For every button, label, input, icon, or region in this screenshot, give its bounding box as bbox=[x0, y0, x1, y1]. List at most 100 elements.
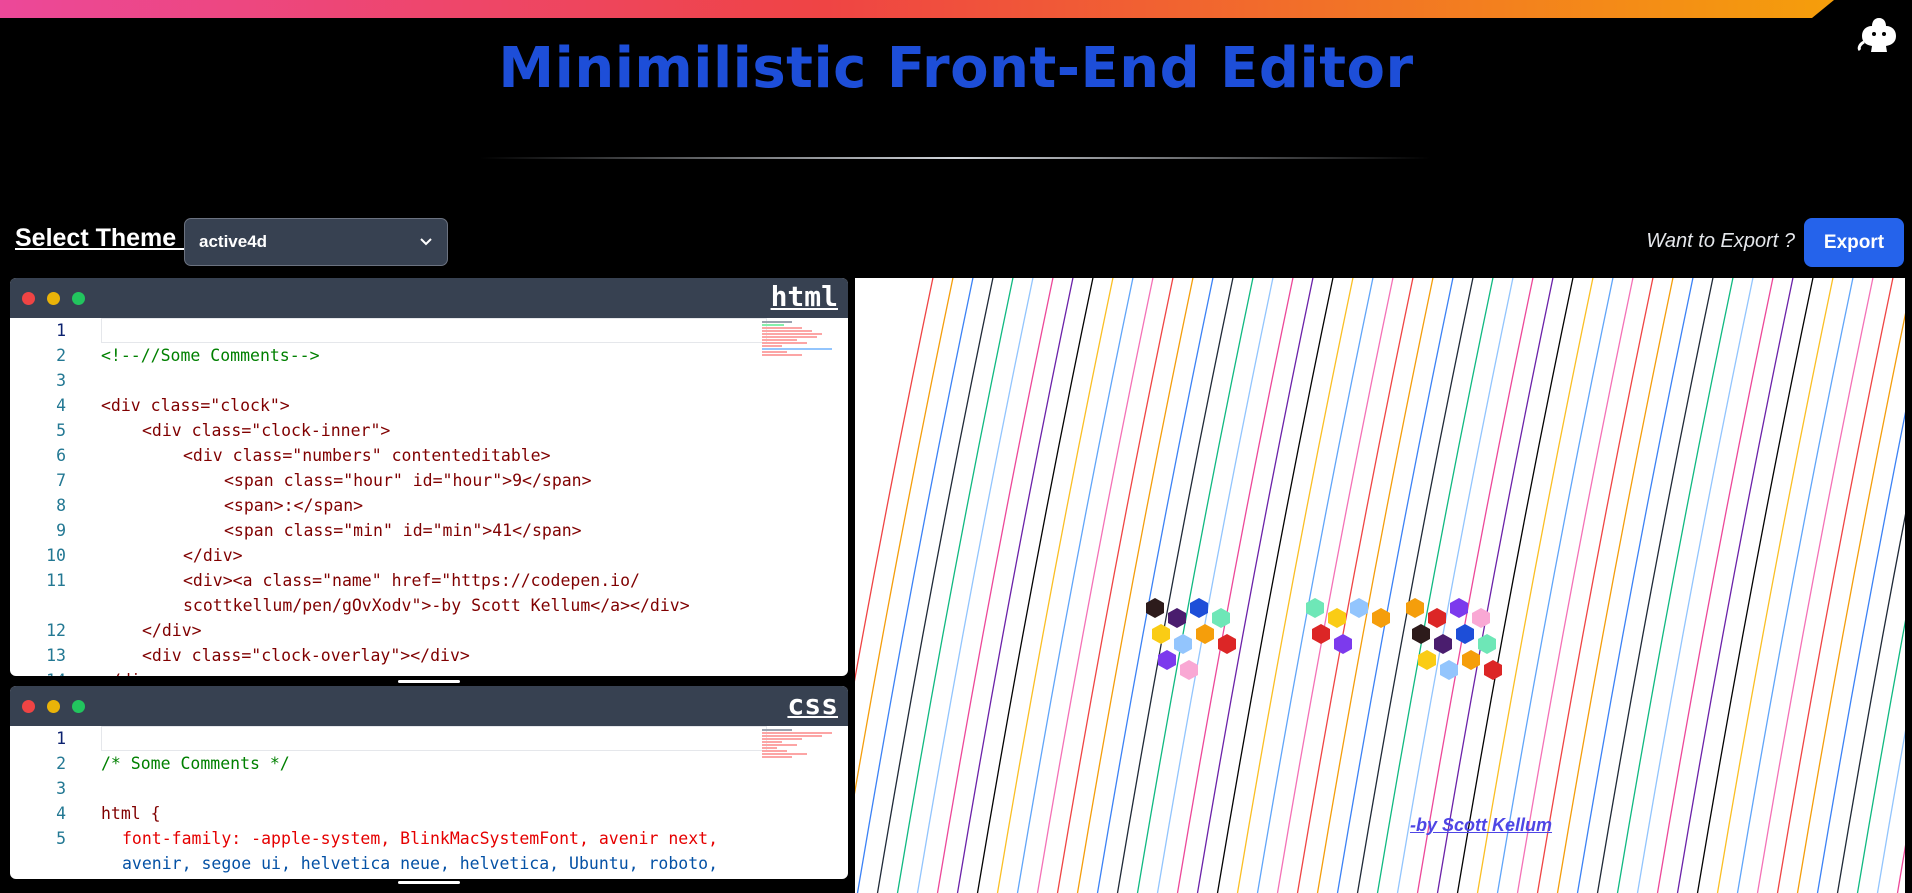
close-dot-icon bbox=[22, 700, 35, 713]
clock-digit-chip bbox=[1196, 624, 1214, 644]
code-line: 3 bbox=[10, 776, 848, 801]
code-line: 2 <!--//Some Comments--> bbox=[10, 343, 848, 368]
line-number: 6 bbox=[56, 446, 66, 465]
code-text: </div> bbox=[183, 546, 243, 565]
maximize-dot-icon bbox=[72, 292, 85, 305]
current-line-highlight bbox=[101, 726, 767, 751]
css-resize-handle[interactable] bbox=[398, 881, 460, 884]
html-editor-panel: html 1 2 <!--//Some Comments--> 3 4 <div c… bbox=[10, 278, 848, 676]
line-number: 3 bbox=[56, 371, 66, 390]
html-resize-handle[interactable] bbox=[398, 680, 460, 683]
line-number: 10 bbox=[46, 546, 66, 565]
clock-digit-chip bbox=[1212, 608, 1230, 628]
code-text: </div> bbox=[142, 621, 202, 640]
preview-clock-digits bbox=[1146, 598, 1502, 680]
clock-digit-chip bbox=[1406, 598, 1424, 618]
clock-digit-chip bbox=[1350, 598, 1368, 618]
theme-label: Select Theme : bbox=[15, 224, 192, 252]
line-number: 2 bbox=[56, 346, 66, 365]
code-line: scottkellum/pen/gOvXodv">-by Scott Kellu… bbox=[10, 593, 848, 618]
clock-digit-chip bbox=[1440, 660, 1458, 680]
clock-digit-chip bbox=[1456, 624, 1474, 644]
css-code-editor[interactable]: 1 2 /* Some Comments */ 3 4 html { 5 font-f… bbox=[10, 726, 848, 876]
code-line: 7 <span class="hour" id="hour">9</span> bbox=[10, 468, 848, 493]
code-line: 2 /* Some Comments */ bbox=[10, 751, 848, 776]
code-text: <div class="clock"> bbox=[101, 396, 290, 415]
code-line: 3 bbox=[10, 368, 848, 393]
clock-digit-chip bbox=[1146, 598, 1164, 618]
line-number: 4 bbox=[56, 804, 66, 823]
code-text: scottkellum/pen/gOvXodv">-by Scott Kellu… bbox=[183, 596, 690, 615]
line-number bbox=[10, 593, 66, 618]
line-number: 5 bbox=[56, 421, 66, 440]
page-title: Minimilistic Front-End Editor bbox=[498, 36, 1414, 101]
line-number: 5 bbox=[56, 829, 66, 848]
code-line: 4 <div class="clock"> bbox=[10, 393, 848, 418]
code-line: 5 <div class="clock-inner"> bbox=[10, 418, 848, 443]
css-panel-bar: css bbox=[10, 686, 848, 726]
code-line: 5 font-family: -apple-system, BlinkMacSys… bbox=[10, 826, 848, 851]
clock-digit-chip bbox=[1312, 624, 1330, 644]
line-number: 7 bbox=[56, 471, 66, 490]
line-number: 1 bbox=[56, 729, 66, 748]
code-line: avenir, segoe ui, helvetica neue, helvet… bbox=[10, 851, 848, 876]
export-button[interactable]: Export bbox=[1804, 218, 1904, 267]
title-divider bbox=[480, 157, 1430, 159]
close-dot-icon bbox=[22, 292, 35, 305]
clock-digit-chip bbox=[1152, 624, 1170, 644]
line-number: 14 bbox=[10, 668, 66, 676]
css-panel-lang: css bbox=[787, 688, 838, 721]
clock-digit-chip bbox=[1428, 608, 1446, 628]
line-number: 3 bbox=[56, 779, 66, 798]
clock-digit-chip bbox=[1168, 608, 1186, 628]
code-text: <span>:</span> bbox=[224, 496, 364, 515]
code-text: <div class="numbers" contenteditable> bbox=[183, 446, 551, 465]
code-line: 9 <span class="min" id="min">41</span> bbox=[10, 518, 848, 543]
code-text: <span class="min" id="min">41</span> bbox=[224, 521, 582, 540]
clock-digit-chip bbox=[1472, 608, 1490, 628]
clock-digit-chip bbox=[1418, 650, 1436, 670]
css-minimap[interactable] bbox=[762, 728, 842, 759]
code-text: html { bbox=[101, 804, 161, 823]
code-text: <div class="clock-inner"> bbox=[142, 421, 391, 440]
clock-digit-chip bbox=[1478, 634, 1496, 654]
code-text: /* Some Comments */ bbox=[101, 754, 290, 773]
line-number: 12 bbox=[46, 621, 66, 640]
clock-digit-chip bbox=[1174, 634, 1192, 654]
export-prompt: Want to Export ? bbox=[1646, 230, 1795, 252]
clock-digit-chip bbox=[1180, 660, 1198, 680]
chevron-down-icon bbox=[420, 238, 432, 246]
code-line: 11 <div><a class="name" href="https://cod… bbox=[10, 568, 848, 593]
code-text: </div> bbox=[66, 668, 161, 676]
line-number: 4 bbox=[56, 396, 66, 415]
clock-digit-chip bbox=[1190, 598, 1208, 618]
clock-digit-chip bbox=[1218, 634, 1236, 654]
html-panel-lang: html bbox=[770, 280, 838, 313]
clock-digit-chip bbox=[1306, 598, 1324, 618]
theme-select[interactable]: active4d bbox=[184, 218, 448, 266]
line-number: 1 bbox=[56, 321, 66, 340]
css-editor-panel: css 1 2 /* Some Comments */ 3 4 html { 5 fo… bbox=[10, 686, 848, 879]
code-text: <span class="hour" id="hour">9</span> bbox=[224, 471, 592, 490]
html-code-editor[interactable]: 1 2 <!--//Some Comments--> 3 4 <div class=… bbox=[10, 318, 848, 676]
preview-credit-link[interactable]: -by Scott Kellum bbox=[1410, 815, 1552, 836]
clock-digit-chip bbox=[1462, 650, 1480, 670]
line-number: 9 bbox=[56, 521, 66, 540]
theme-select-value: active4d bbox=[199, 232, 268, 251]
line-number: 11 bbox=[46, 571, 66, 590]
code-line: 12 </div> bbox=[10, 618, 848, 643]
code-line: 14</div> bbox=[10, 668, 848, 676]
clock-digit-chip bbox=[1484, 660, 1502, 680]
clock-digit-chip bbox=[1412, 624, 1430, 644]
html-minimap[interactable] bbox=[762, 320, 842, 357]
code-text: avenir, segoe ui, helvetica neue, helvet… bbox=[122, 854, 719, 873]
html-panel-bar: html bbox=[10, 278, 848, 318]
clock-digit-chip bbox=[1158, 650, 1176, 670]
code-text: font-family: -apple-system, BlinkMacSyst… bbox=[122, 829, 719, 848]
code-line: 6 <div class="numbers" contenteditable> bbox=[10, 443, 848, 468]
live-preview[interactable]: -by Scott Kellum bbox=[855, 278, 1905, 893]
code-line: 13 <div class="clock-overlay"></div> bbox=[10, 643, 848, 668]
clock-digit-chip bbox=[1434, 634, 1452, 654]
code-text: <div class="clock-overlay"></div> bbox=[142, 646, 470, 665]
code-line: 8 <span>:</span> bbox=[10, 493, 848, 518]
